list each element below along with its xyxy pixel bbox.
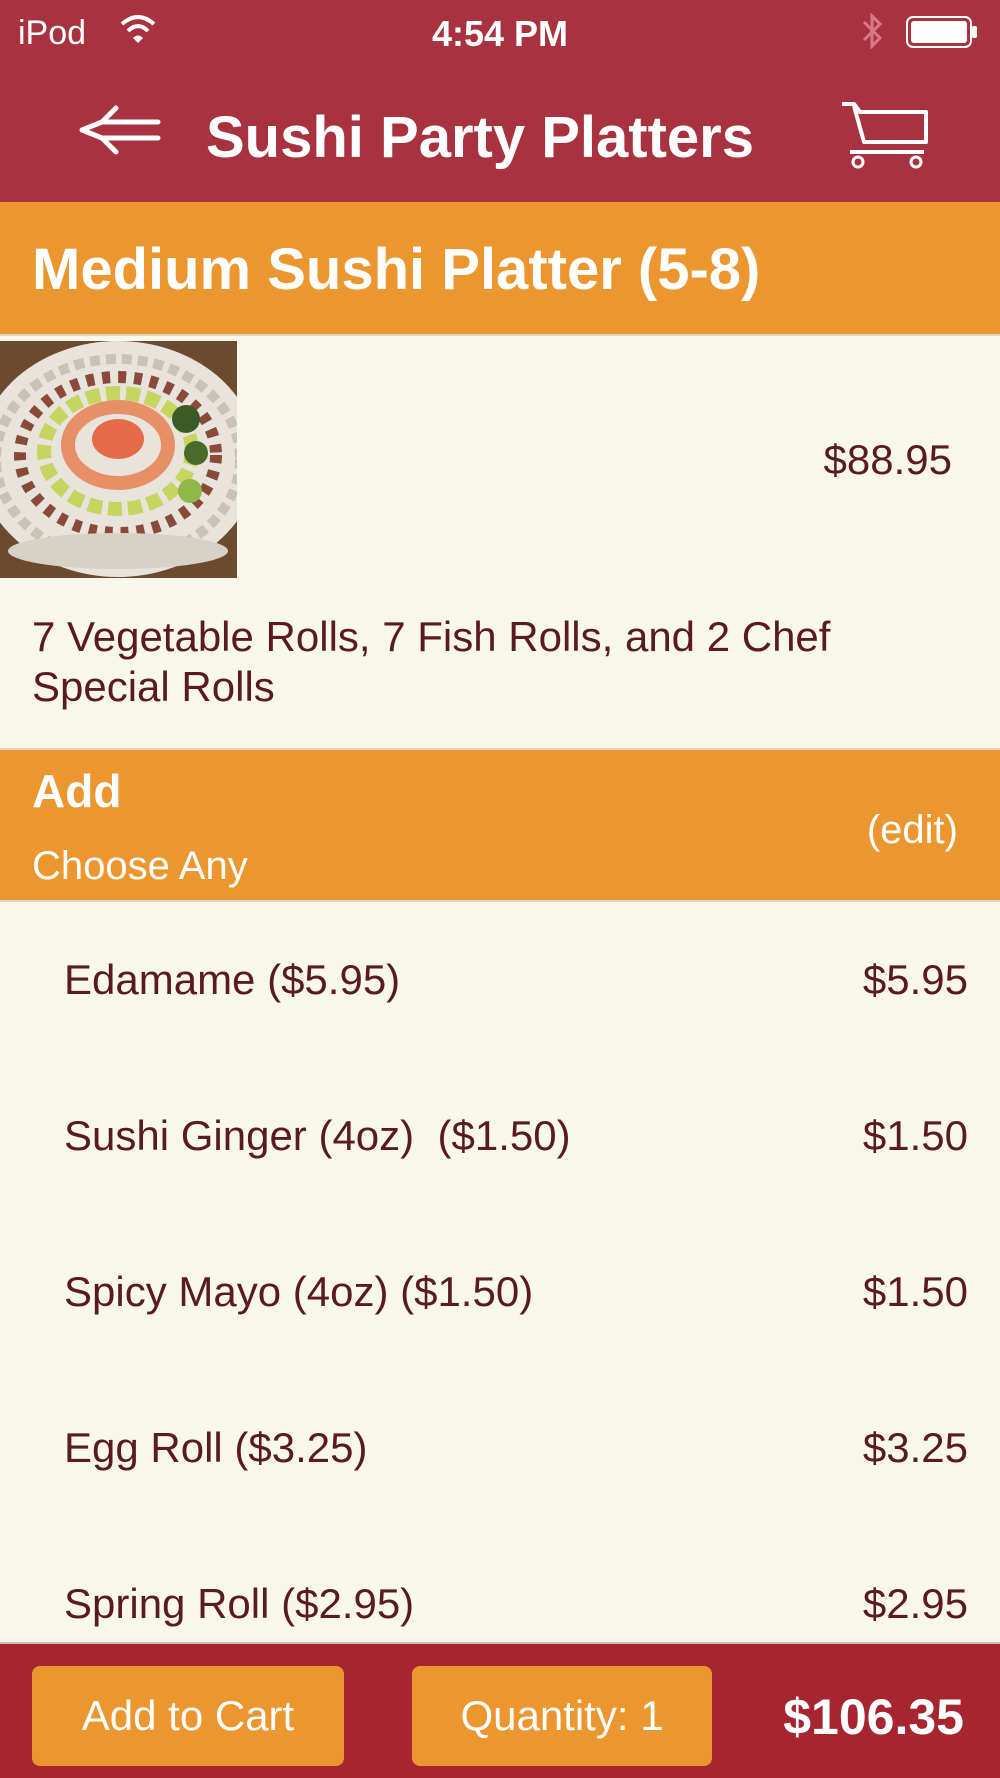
option-label: Spring Roll ($2.95) [64, 1580, 415, 1627]
option-row-sushi-ginger[interactable]: Sushi Ginger (4oz) ($1.50) $1.50 [0, 1060, 1000, 1216]
product-price: $88.95 [823, 436, 952, 483]
nav-bar: Sushi Party Platters [0, 62, 1000, 202]
addons-header: Add Choose Any (edit) [0, 748, 1000, 902]
option-price: $5.95 [862, 956, 968, 1003]
option-price: $3.25 [862, 1424, 968, 1471]
bluetooth-icon [862, 12, 883, 50]
product-name: Medium Sushi Platter (5-8) [32, 237, 761, 302]
product-description: 7 Vegetable Rolls, 7 Fish Rolls, and 2 C… [32, 613, 831, 710]
addons-subtitle: Choose Any [32, 844, 248, 888]
option-price: $1.50 [862, 1268, 968, 1315]
option-price: $2.95 [862, 1580, 968, 1627]
cart-icon[interactable] [838, 98, 930, 170]
option-label: Sushi Ginger (4oz) ($1.50) [64, 1112, 571, 1159]
option-label: Spicy Mayo (4oz) ($1.50) [64, 1268, 534, 1315]
product-header: Medium Sushi Platter (5-8) [0, 202, 1000, 336]
option-label: Egg Roll ($3.25) [64, 1424, 368, 1471]
option-row-spring-roll[interactable]: Spring Roll ($2.95) $2.95 [0, 1528, 1000, 1642]
page-title: Sushi Party Platters [206, 105, 754, 170]
edit-button[interactable]: (edit) [867, 808, 958, 853]
addon-options-list[interactable]: Edamame ($5.95) $5.95 Sushi Ginger (4oz)… [0, 904, 1000, 1642]
status-bar: iPod 4:54 PM [0, 0, 1000, 62]
bottom-bar: Add to Cart Quantity: 1 $106.35 [0, 1642, 1000, 1778]
back-arrow-icon[interactable] [74, 98, 164, 162]
option-row-spicy-mayo[interactable]: Spicy Mayo (4oz) ($1.50) $1.50 [0, 1216, 1000, 1372]
add-to-cart-button[interactable]: Add to Cart [32, 1666, 344, 1766]
product-photo [0, 341, 237, 578]
option-row-egg-roll[interactable]: Egg Roll ($3.25) $3.25 [0, 1372, 1000, 1528]
status-time: 4:54 PM [431, 13, 569, 54]
addons-title: Add [32, 765, 122, 817]
order-total: $106.35 [783, 1689, 964, 1745]
option-label: Edamame ($5.95) [64, 956, 401, 1003]
quantity-button[interactable]: Quantity: 1 [412, 1666, 712, 1766]
option-row-edamame[interactable]: Edamame ($5.95) $5.95 [0, 904, 1000, 1060]
option-price: $1.50 [862, 1112, 968, 1159]
battery-icon [906, 16, 977, 48]
sushi-platter-image [0, 341, 237, 578]
